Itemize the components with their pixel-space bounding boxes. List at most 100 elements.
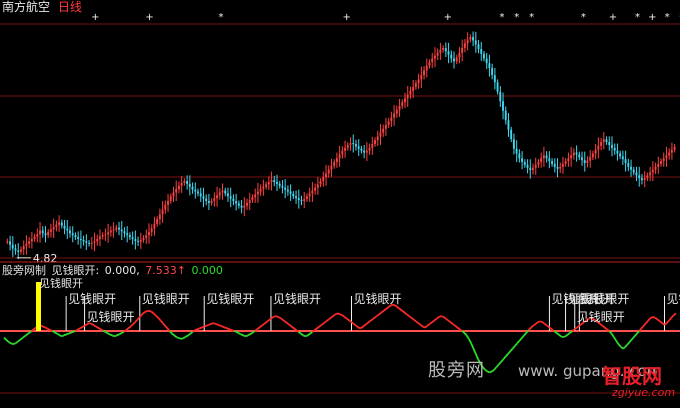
candle-body — [30, 239, 33, 242]
oscillator-segment — [364, 322, 369, 326]
oscillator-segment — [620, 346, 624, 350]
oscillator-segment — [203, 324, 207, 328]
oscillator-segment — [408, 315, 412, 319]
period-label[interactable]: 日线 — [58, 0, 82, 14]
oscillator-segment — [626, 340, 631, 345]
oscillator-segment — [91, 323, 95, 327]
signal-marker: * — [581, 12, 586, 23]
oscillator-segment — [360, 325, 364, 330]
oscillator-segment — [196, 327, 200, 331]
signal-marker: + — [343, 12, 351, 23]
candle-body — [670, 149, 673, 153]
oscillator-segment — [44, 326, 49, 330]
oscillator-segment — [68, 331, 72, 335]
candle-body — [25, 243, 28, 247]
candle-body — [207, 201, 210, 203]
candle-body — [502, 101, 504, 111]
candle-body — [581, 157, 583, 161]
candle-body — [44, 233, 47, 236]
oscillator-segment — [72, 330, 76, 333]
oscillator-segment — [5, 339, 10, 343]
candle-body — [602, 139, 605, 143]
candle-body — [630, 166, 632, 170]
indicator-name-label[interactable]: 见钱眼开: — [52, 264, 100, 277]
oscillator-segment — [14, 340, 19, 345]
oscillator-segment — [102, 329, 106, 333]
candle-body — [297, 198, 300, 201]
oscillator-segment — [337, 312, 341, 316]
oscillator-segment — [325, 318, 330, 323]
signal-marker: * — [499, 12, 504, 23]
candle-body — [376, 136, 379, 141]
oscillator-segment — [541, 321, 546, 325]
candle-body — [333, 162, 336, 166]
oscillator-segment — [316, 325, 320, 330]
oscillator-segment — [243, 334, 246, 338]
oscillator-segment — [81, 324, 85, 328]
candle-body — [180, 182, 183, 186]
candle-body — [161, 209, 164, 215]
oscillator-segment — [220, 324, 223, 328]
candle-body — [142, 238, 145, 240]
oscillator-segment — [21, 335, 26, 339]
oscillator-segment — [507, 350, 511, 355]
candle-body — [112, 229, 115, 231]
oscillator-segment — [157, 317, 162, 322]
oscillator-segment — [104, 331, 109, 334]
candle-body — [305, 196, 308, 200]
oscillator-segment — [281, 318, 286, 323]
signal-marker: * — [635, 12, 640, 23]
oscillator-segment — [631, 335, 636, 340]
candle-body — [243, 205, 246, 208]
candle-body — [139, 239, 142, 242]
signal-marker: + — [91, 12, 99, 23]
candle-body — [131, 237, 134, 239]
candle-body — [235, 201, 238, 204]
oscillator-segment — [505, 353, 509, 358]
chart-canvas[interactable]: 4.82++*++****+*+**+*4*见钱眼开见钱眼开见钱眼开见钱眼开见钱… — [0, 0, 680, 408]
oscillator-segment — [305, 334, 309, 338]
oscillator-segment — [516, 340, 521, 344]
signal-label: 见钱眼开 — [581, 291, 629, 306]
oscillator-segment — [171, 332, 175, 337]
oscillator-segment — [537, 320, 541, 324]
candle-body — [635, 172, 638, 176]
oscillator-segment — [162, 322, 166, 327]
oscillator-segment — [470, 342, 475, 349]
candle-body — [218, 192, 221, 196]
candle-body — [610, 144, 613, 148]
indicator-value-2: 7.533 — [145, 264, 177, 277]
candle-body — [278, 183, 281, 186]
candle-body — [156, 219, 159, 224]
stock-name: 南方航空 — [2, 0, 51, 14]
candle-body — [281, 185, 284, 188]
candle-body — [463, 43, 466, 49]
candle-body — [177, 185, 180, 190]
oscillator-segment — [558, 333, 562, 337]
candle-body — [150, 228, 153, 232]
oscillator-segment — [330, 315, 334, 319]
oscillator-segment — [79, 326, 83, 330]
oscillator-segment — [599, 323, 603, 327]
oscillator-segment — [222, 325, 226, 329]
signal-marker: * — [514, 12, 519, 23]
candle-body — [624, 159, 627, 163]
oscillator-segment — [185, 334, 189, 338]
signal-marker: + — [648, 12, 656, 23]
oscillator-segment — [107, 332, 111, 336]
candle-body — [341, 150, 344, 155]
oscillator-segment — [263, 321, 267, 325]
oscillator-segment — [314, 327, 318, 331]
candle-body — [485, 58, 488, 64]
candle-body — [205, 198, 208, 201]
candle-body — [613, 147, 616, 151]
candle-body — [570, 155, 573, 159]
candle-body — [259, 188, 262, 192]
candle-body — [107, 232, 110, 235]
oscillator-segment — [54, 331, 58, 335]
candle-body — [526, 164, 529, 168]
candle-body — [412, 87, 415, 91]
candle-body — [594, 149, 597, 154]
candle-body — [387, 121, 390, 125]
candle-body — [19, 249, 22, 252]
